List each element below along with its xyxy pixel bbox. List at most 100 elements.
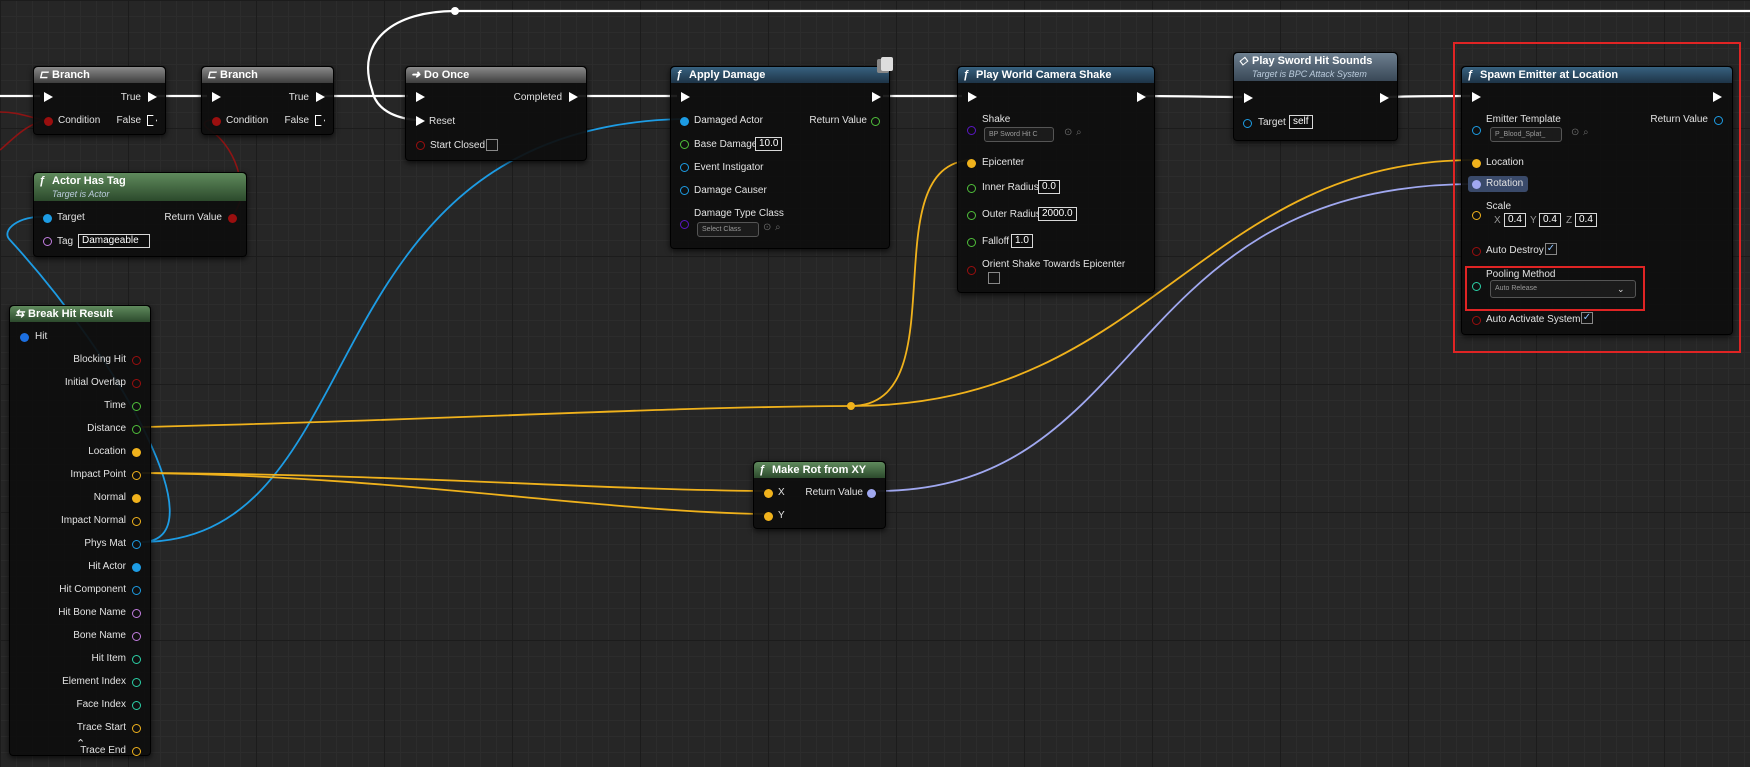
break-hit-output-pin[interactable] bbox=[132, 655, 141, 664]
true-exec-pin[interactable] bbox=[316, 92, 325, 102]
x-pin[interactable] bbox=[764, 489, 773, 498]
exec-out-pin[interactable] bbox=[1380, 93, 1389, 103]
hit-pin[interactable] bbox=[20, 333, 29, 342]
falloff-pin[interactable] bbox=[967, 238, 976, 247]
outer-radius-pin[interactable] bbox=[967, 211, 976, 220]
use-selected-icon[interactable]: ⊙ bbox=[763, 222, 771, 234]
scale-y-input[interactable]: 0.4 bbox=[1539, 213, 1561, 227]
break-hit-output-pin[interactable] bbox=[132, 402, 141, 411]
make-rot-from-xy-node[interactable]: ƒ Make Rot from XY X Return Value Y bbox=[753, 461, 886, 529]
exec-in-pin[interactable] bbox=[44, 92, 53, 102]
play-world-camera-shake-node[interactable]: ƒ Play World Camera Shake Shake BP Sword… bbox=[957, 66, 1155, 293]
event-instigator-pin[interactable] bbox=[680, 163, 689, 172]
use-selected-icon[interactable]: ⊙ bbox=[1064, 127, 1072, 139]
scale-pin[interactable] bbox=[1472, 211, 1481, 220]
exec-in-pin[interactable] bbox=[681, 92, 690, 102]
tag-pin[interactable] bbox=[43, 237, 52, 246]
browse-icon[interactable]: ⌕ bbox=[775, 222, 781, 234]
y-pin[interactable] bbox=[764, 512, 773, 521]
orient-shake-pin[interactable] bbox=[967, 266, 976, 275]
browse-icon[interactable]: ⌕ bbox=[1583, 127, 1589, 139]
emitter-template-pin[interactable] bbox=[1472, 126, 1481, 135]
break-hit-output-pin[interactable] bbox=[132, 517, 141, 526]
exec-out-pin[interactable] bbox=[1713, 92, 1722, 102]
damage-type-dropdown[interactable]: Select Class bbox=[697, 222, 759, 237]
break-hit-output-pin[interactable] bbox=[132, 747, 141, 756]
completed-exec-pin[interactable] bbox=[569, 92, 578, 102]
falloff-input[interactable]: 1.0 bbox=[1011, 234, 1033, 248]
target-pin[interactable] bbox=[1243, 119, 1252, 128]
return-value-pin[interactable] bbox=[871, 117, 880, 126]
false-exec-pin[interactable] bbox=[315, 115, 325, 126]
auto-activate-pin[interactable] bbox=[1472, 316, 1481, 325]
apply-damage-node[interactable]: ƒ Apply Damage Damaged Actor Return Valu… bbox=[670, 57, 893, 249]
pooling-method-pin[interactable] bbox=[1472, 282, 1481, 291]
break-hit-output-pin[interactable] bbox=[132, 494, 141, 503]
inner-radius-pin[interactable] bbox=[967, 184, 976, 193]
tag-input[interactable]: Damageable bbox=[78, 234, 150, 248]
return-value-pin[interactable] bbox=[1714, 116, 1723, 125]
outer-radius-input[interactable]: 2000.0 bbox=[1038, 207, 1077, 221]
branch-node-2[interactable]: ⊏ Branch True Condition False bbox=[201, 66, 334, 135]
break-hit-output-pin[interactable] bbox=[132, 540, 141, 549]
use-selected-icon[interactable]: ⊙ bbox=[1571, 127, 1579, 139]
base-damage-input[interactable]: 10.0 bbox=[755, 137, 783, 151]
base-damage-pin[interactable] bbox=[680, 140, 689, 149]
chevron-down-icon[interactable]: ⌄ bbox=[1617, 283, 1625, 295]
break-hit-output-pin[interactable] bbox=[132, 609, 141, 618]
epicenter-pin[interactable] bbox=[967, 159, 976, 168]
collapse-arrow-icon[interactable]: ⌃ bbox=[76, 738, 85, 750]
exec-in-pin[interactable] bbox=[1244, 93, 1253, 103]
target-input[interactable]: self bbox=[1289, 115, 1313, 129]
start-closed-pin[interactable] bbox=[416, 141, 425, 150]
return-value-pin[interactable] bbox=[867, 489, 876, 498]
browse-icon[interactable]: ⌕ bbox=[1076, 127, 1082, 139]
auto-destroy-checkbox[interactable]: ✓ bbox=[1545, 243, 1557, 255]
exec-in-pin[interactable] bbox=[1472, 92, 1481, 102]
break-hit-output-pin[interactable] bbox=[132, 563, 141, 572]
emitter-template-dropdown[interactable]: P_Blood_Splat_ bbox=[1490, 127, 1562, 142]
break-hit-output-pin[interactable] bbox=[132, 701, 141, 710]
branch-node-1[interactable]: ⊏ Branch True Condition False bbox=[33, 66, 166, 135]
break-hit-output-pin[interactable] bbox=[132, 632, 141, 641]
damaged-actor-pin[interactable] bbox=[680, 117, 689, 126]
exec-in-pin[interactable] bbox=[416, 92, 425, 102]
break-hit-output-pin[interactable] bbox=[132, 724, 141, 733]
do-once-node[interactable]: ➜ Do Once Completed Reset Start Closed bbox=[405, 66, 587, 161]
false-exec-pin[interactable] bbox=[147, 115, 157, 126]
exec-in-pin[interactable] bbox=[968, 92, 977, 102]
shake-dropdown[interactable]: BP Sword Hit C bbox=[984, 127, 1054, 142]
actor-has-tag-node[interactable]: ƒ Actor Has Tag Target is Actor Target R… bbox=[33, 172, 247, 257]
break-hit-result-node[interactable]: ⇆ Break Hit Result Hit Blocking Hit Initi… bbox=[9, 305, 151, 756]
break-hit-output-pin[interactable] bbox=[132, 678, 141, 687]
damage-type-pin[interactable] bbox=[680, 220, 689, 229]
auto-activate-checkbox[interactable]: ✓ bbox=[1581, 312, 1593, 324]
true-exec-pin[interactable] bbox=[148, 92, 157, 102]
pooling-method-dropdown[interactable]: Auto Release bbox=[1490, 280, 1636, 298]
auto-destroy-pin[interactable] bbox=[1472, 247, 1481, 256]
rotation-pin[interactable] bbox=[1472, 180, 1481, 189]
reset-exec-pin[interactable] bbox=[416, 116, 425, 126]
inner-radius-input[interactable]: 0.0 bbox=[1038, 180, 1060, 194]
play-sword-hit-sounds-node[interactable]: ◇ Play Sword Hit Sounds Target is BPC At… bbox=[1233, 52, 1398, 141]
break-hit-output-pin[interactable] bbox=[132, 586, 141, 595]
orient-shake-checkbox[interactable] bbox=[988, 272, 1000, 284]
exec-out-pin[interactable] bbox=[872, 92, 881, 102]
break-hit-output-pin[interactable] bbox=[132, 471, 141, 480]
target-pin[interactable] bbox=[43, 214, 52, 223]
return-value-pin[interactable] bbox=[228, 214, 237, 223]
damage-causer-pin[interactable] bbox=[680, 186, 689, 195]
shake-pin[interactable] bbox=[967, 126, 976, 135]
condition-pin[interactable] bbox=[212, 117, 221, 126]
break-hit-output-pin[interactable] bbox=[132, 448, 141, 457]
exec-in-pin[interactable] bbox=[212, 92, 221, 102]
condition-pin[interactable] bbox=[44, 117, 53, 126]
break-hit-output-pin[interactable] bbox=[132, 379, 141, 388]
spawn-emitter-at-location-node[interactable]: ƒ Spawn Emitter at Location Emitter Temp… bbox=[1461, 66, 1733, 335]
break-hit-output-pin[interactable] bbox=[132, 356, 141, 365]
scale-x-input[interactable]: 0.4 bbox=[1504, 213, 1526, 227]
break-hit-output-pin[interactable] bbox=[132, 425, 141, 434]
exec-out-pin[interactable] bbox=[1137, 92, 1146, 102]
scale-z-input[interactable]: 0.4 bbox=[1575, 213, 1597, 227]
location-pin[interactable] bbox=[1472, 159, 1481, 168]
